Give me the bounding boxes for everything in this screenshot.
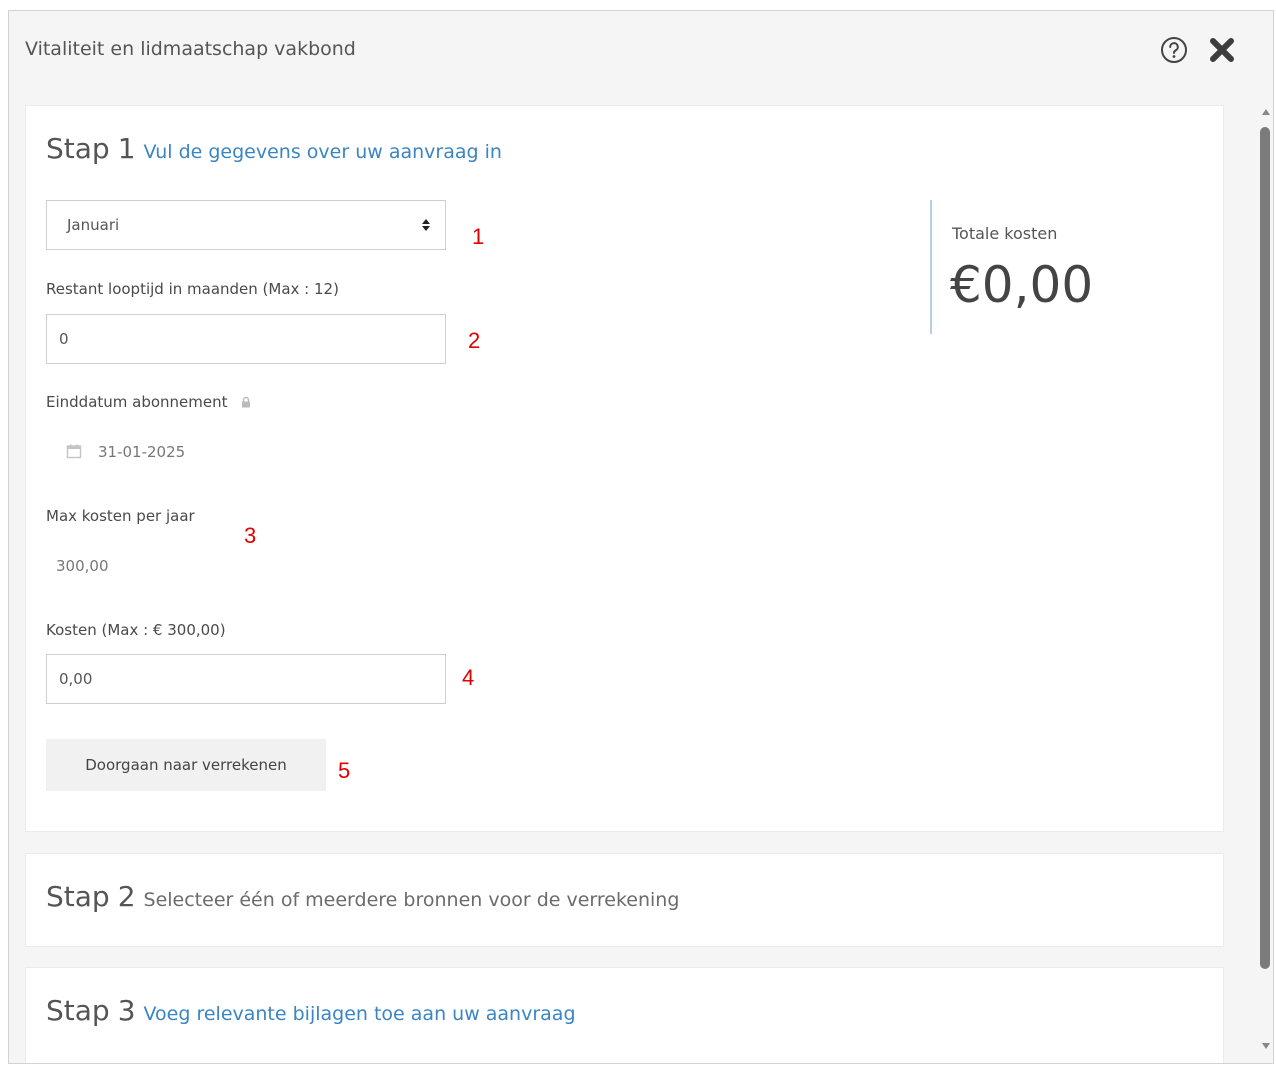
step1-label: Stap: [46, 132, 110, 165]
close-x-icon[interactable]: [1207, 35, 1237, 65]
annotation-1: 1: [472, 224, 485, 249]
step3-label: Stap: [46, 994, 110, 1027]
select-arrows-icon: [422, 219, 430, 231]
kosten-input[interactable]: [46, 654, 446, 704]
einddatum-label-text: Einddatum abonnement: [46, 393, 228, 411]
question-circle-icon[interactable]: [1159, 35, 1189, 65]
einddatum-date: 31-01-2025: [98, 443, 186, 461]
scroll-up-arrow-icon[interactable]: [1261, 107, 1271, 117]
step1-subtitle: Vul de gegevens over uw aanvraag in: [143, 141, 502, 163]
step3-title: Stap 3 Voeg relevante bijlagen toe aan uw …: [46, 994, 576, 1027]
totale-kosten-label: Totale kosten: [952, 224, 1058, 243]
totale-kosten-value: €0,00: [950, 256, 1094, 314]
step1-panel: Stap 1 Vul de gegevens over uw aanvraag in…: [25, 105, 1224, 832]
step2-number: 2: [117, 880, 136, 913]
step3-panel[interactable]: Stap 3 Voeg relevante bijlagen toe aan uw …: [25, 967, 1224, 1063]
dialog-header: Vitaliteit en lidmaatschap vakbond: [9, 11, 1273, 89]
scroll-down-arrow-icon[interactable]: [1261, 1041, 1271, 1051]
dialog-title: Vitaliteit en lidmaatschap vakbond: [25, 38, 356, 60]
looptijd-input[interactable]: [46, 314, 446, 364]
step2-subtitle: Selecteer één of meerdere bronnen voor d…: [143, 889, 680, 911]
annotation-3: 3: [244, 523, 257, 548]
annotation-2: 2: [468, 328, 481, 353]
annotation-4: 4: [462, 665, 475, 690]
max-kosten-label: Max kosten per jaar: [46, 507, 195, 525]
month-select[interactable]: Januari: [46, 200, 446, 250]
einddatum-value: 31-01-2025: [66, 443, 185, 461]
step1-number: 1: [117, 132, 136, 165]
calendar-icon: [66, 444, 82, 459]
dialog: Vitaliteit en lidmaatschap vakbond Stap 1…: [8, 10, 1274, 1064]
max-kosten-value: 300,00: [56, 557, 109, 575]
dialog-content: Stap 1 Vul de gegevens over uw aanvraag in…: [25, 105, 1225, 1063]
month-select-value: Januari: [67, 216, 120, 234]
kosten-label: Kosten (Max : € 300,00): [46, 621, 226, 639]
totals-divider: [930, 200, 932, 334]
annotation-5: 5: [338, 758, 351, 783]
step2-label: Stap: [46, 880, 110, 913]
step1-title: Stap 1 Vul de gegevens over uw aanvraag in: [46, 132, 502, 165]
lock-icon: [242, 396, 251, 408]
looptijd-label: Restant looptijd in maanden (Max : 12): [46, 280, 339, 298]
einddatum-label: Einddatum abonnement: [46, 393, 252, 411]
doorgaan-button[interactable]: Doorgaan naar verrekenen: [46, 739, 326, 791]
step2-panel[interactable]: Stap 2 Selecteer één of meerdere bronnen v…: [25, 853, 1224, 947]
step3-number: 3: [117, 994, 136, 1027]
scrollbar-thumb[interactable]: [1260, 127, 1270, 969]
step2-title: Stap 2 Selecteer één of meerdere bronnen v…: [46, 880, 679, 913]
step3-subtitle: Voeg relevante bijlagen toe aan uw aanvr…: [143, 1003, 576, 1025]
